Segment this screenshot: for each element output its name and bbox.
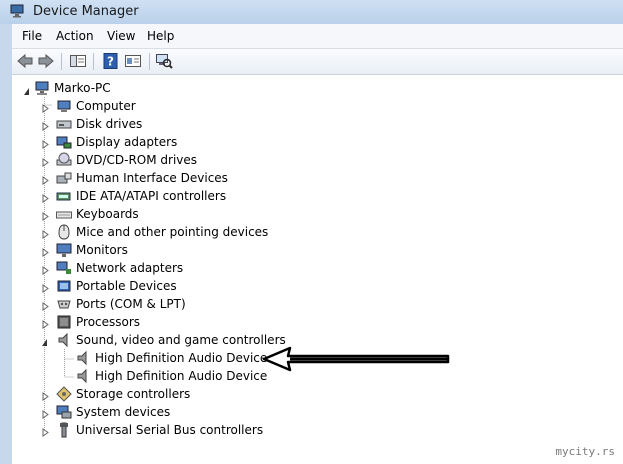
- tree-category-label: Computer: [76, 99, 136, 113]
- menu-view[interactable]: View: [107, 29, 135, 43]
- window-frame-left: [0, 24, 12, 464]
- network-adapter-icon: [56, 261, 71, 274]
- keyboard-icon: [56, 211, 72, 219]
- expand-toggle[interactable]: [42, 156, 49, 167]
- expand-toggle[interactable]: [42, 426, 49, 437]
- watermark: mycity.rs: [555, 445, 615, 458]
- computer-icon: [35, 81, 49, 95]
- port-icon: [57, 300, 71, 309]
- tree-category-label: Ports (COM & LPT): [76, 297, 186, 311]
- disk-drive-icon: [56, 120, 72, 129]
- tree-category-label: DVD/CD-ROM drives: [76, 153, 198, 167]
- expand-toggle[interactable]: [42, 264, 49, 275]
- toolbar-separator: [61, 53, 62, 70]
- pointer-arrow-annotation: [262, 346, 450, 372]
- title-bar[interactable]: Device Manager: [0, 0, 623, 25]
- tree-device-label: High Definition Audio Device: [95, 351, 268, 365]
- system-device-icon: [56, 405, 72, 419]
- show-hide-console-tree-icon[interactable]: [69, 53, 87, 69]
- hid-icon: [56, 172, 72, 184]
- tree-category-label: IDE ATA/ATAPI controllers: [76, 189, 227, 203]
- tree-category-label: Monitors: [76, 243, 128, 257]
- expand-toggle[interactable]: [42, 138, 49, 149]
- svg-text:?: ?: [107, 55, 114, 69]
- help-icon[interactable]: ?: [102, 53, 120, 69]
- monitor-icon: [56, 243, 72, 257]
- computer-icon: [57, 100, 71, 112]
- mouse-icon: [58, 224, 70, 240]
- tree-device-label: High Definition Audio Device: [95, 369, 268, 383]
- portable-device-icon: [57, 280, 71, 292]
- tree-category-label: Human Interface Devices: [76, 171, 228, 185]
- expand-toggle[interactable]: [42, 174, 49, 185]
- tree-category-label: Display adapters: [76, 135, 178, 149]
- tree-category-label: Processors: [76, 315, 141, 329]
- tree-category-label: Keyboards: [76, 207, 139, 221]
- toolbar-separator: [93, 53, 94, 70]
- expand-toggle[interactable]: [42, 228, 49, 239]
- properties-icon[interactable]: [124, 53, 142, 69]
- device-manager-icon: [10, 4, 24, 18]
- tree-category-label: Mice and other pointing devices: [76, 225, 269, 239]
- tree-root-label: Marko-PC: [54, 81, 111, 95]
- speaker-icon: [77, 368, 87, 384]
- menu-file[interactable]: File: [22, 29, 42, 43]
- tree-category-label: Sound, video and game controllers: [76, 333, 286, 347]
- expand-toggle[interactable]: [42, 120, 49, 131]
- menu-action[interactable]: Action: [56, 29, 94, 43]
- expand-toggle[interactable]: [42, 210, 49, 221]
- forward-arrow-icon[interactable]: [37, 53, 55, 69]
- scan-hardware-changes-icon[interactable]: [155, 53, 173, 69]
- expand-toggle[interactable]: [42, 102, 49, 113]
- speaker-icon: [77, 350, 87, 366]
- tree-category-label: System devices: [76, 405, 171, 419]
- processor-icon: [57, 315, 71, 329]
- menu-help[interactable]: Help: [147, 29, 174, 43]
- device-tree: Marko-PC Computer Disk drives Display adap…: [14, 77, 623, 464]
- tree-category-label: Universal Serial Bus controllers: [76, 423, 264, 437]
- expand-toggle[interactable]: [42, 408, 49, 419]
- window-title: Device Manager: [33, 4, 139, 19]
- expand-toggle[interactable]: [42, 192, 49, 203]
- collapse-toggle[interactable]: [41, 336, 48, 346]
- usb-icon: [60, 422, 68, 438]
- menu-bar: File Action View Help: [12, 24, 623, 49]
- sound-icon: [58, 332, 68, 348]
- collapse-toggle[interactable]: [23, 85, 30, 95]
- tree-category-label: Network adapters: [76, 261, 184, 275]
- tree-category-label: Storage controllers: [76, 387, 191, 401]
- toolbar-separator: [149, 53, 150, 70]
- dvd-drive-icon: [56, 152, 72, 166]
- storage-controller-icon: [56, 386, 72, 402]
- tree-category-label: Disk drives: [76, 117, 143, 131]
- expand-toggle[interactable]: [42, 246, 49, 257]
- expand-toggle[interactable]: [42, 300, 49, 311]
- tree-category-label: Portable Devices: [76, 279, 177, 293]
- expand-toggle[interactable]: [42, 390, 49, 401]
- toolbar: ?: [12, 49, 623, 75]
- display-adapter-icon: [56, 136, 72, 149]
- expand-toggle[interactable]: [42, 318, 49, 329]
- ide-controller-icon: [56, 192, 71, 201]
- expand-toggle[interactable]: [42, 282, 49, 293]
- back-arrow-icon[interactable]: [16, 53, 34, 69]
